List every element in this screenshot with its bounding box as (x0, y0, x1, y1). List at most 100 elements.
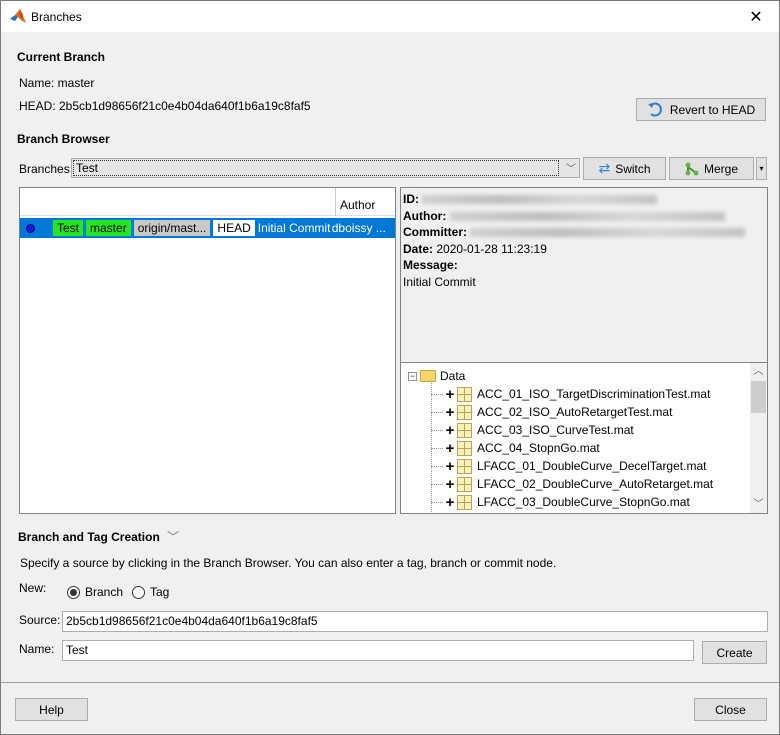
detail-id: ID: (403, 191, 765, 208)
expand-icon[interactable]: + (445, 404, 455, 421)
caret-down-icon: ▾ (759, 164, 764, 173)
detail-message: Message: (403, 257, 765, 274)
expand-icon[interactable]: + (445, 440, 455, 457)
expand-icon[interactable]: + (445, 494, 455, 511)
scroll-down-icon[interactable]: ﹀ (750, 496, 767, 513)
switch-label: Switch (615, 161, 651, 176)
close-window-icon[interactable]: ✕ (733, 1, 779, 32)
expand-icon[interactable]: + (445, 422, 455, 439)
radio-tag[interactable]: Tag (132, 585, 169, 599)
file-label: ACC_01_ISO_TargetDiscriminationTest.mat (477, 387, 711, 401)
file-label: ACC_04_StopnGo.mat (477, 441, 600, 455)
detail-author: Author: (403, 208, 765, 225)
radio-branch[interactable]: Branch (67, 585, 123, 599)
tree-folder-data[interactable]: − Data (408, 367, 465, 385)
merge-button[interactable]: Merge (669, 157, 754, 180)
file-label: ACC_03_ISO_CurveTest.mat (477, 423, 634, 437)
expand-icon[interactable]: + (445, 458, 455, 475)
file-tree[interactable]: − Data + ACC_01_ISO_TargetDiscriminationT… (400, 362, 768, 514)
branches-dialog: Branches ✕ Current Branch Name: master H… (0, 0, 780, 735)
file-label: ACC_02_ISO_AutoRetargetTest.mat (477, 405, 673, 419)
tree-scrollbar[interactable]: ︿ ﹀ (750, 363, 767, 513)
mat-file-icon (457, 386, 472, 402)
tree-file[interactable]: + LFACC_03_DoubleCurve_StopnGo.mat (431, 493, 690, 511)
redacted-id (422, 195, 658, 205)
help-button[interactable]: Help (15, 698, 88, 721)
current-branch-heading: Current Branch (17, 50, 106, 64)
revert-icon (647, 102, 662, 116)
title-bar: Branches ✕ (1, 1, 779, 32)
file-label: LFACC_03_DoubleCurve_StopnGo.mat (477, 495, 690, 509)
head-tag[interactable]: HEAD (213, 220, 255, 236)
chevron-down-icon[interactable]: ﹀ (167, 530, 179, 544)
tree-file[interactable]: + ACC_03_ISO_CurveTest.mat (431, 421, 634, 439)
branches-label: Branches: (19, 162, 74, 176)
branches-dropdown-value: Test (73, 160, 559, 176)
chevron-down-icon[interactable]: ﹀ (566, 160, 576, 175)
mat-file-icon (457, 422, 472, 438)
date-label: Date: (403, 241, 434, 256)
radio-branch-label: Branch (85, 585, 124, 599)
commit-node-icon (26, 223, 35, 233)
branches-dropdown[interactable]: Test ﹀ (71, 158, 580, 178)
expand-icon[interactable]: + (445, 386, 455, 403)
create-button[interactable]: Create (702, 641, 767, 664)
name-input[interactable]: Test (62, 640, 694, 661)
branch-tag[interactable]: master (86, 220, 131, 236)
column-header-author[interactable]: Author (335, 188, 375, 216)
tree-file[interactable]: + ACC_02_ISO_AutoRetargetTest.mat (431, 403, 672, 421)
mat-file-icon (457, 494, 472, 510)
radio-unselected-icon (132, 585, 145, 599)
detail-committer: Committer: (403, 224, 765, 241)
switch-button[interactable]: ⇄ Switch (583, 157, 666, 180)
folder-label: Data (440, 369, 466, 383)
tree-file[interactable]: + LFACC_02_DoubleCurve_AutoRetarget.mat (431, 475, 713, 493)
commit-row[interactable]: Test master origin/mast... HEAD Initial … (20, 218, 395, 238)
scroll-thumb[interactable] (751, 381, 766, 413)
commit-author: dboissy ... (331, 221, 386, 235)
tree-file[interactable]: + LFACC_01_DoubleCurve_DecelTarget.mat (431, 457, 706, 475)
mat-file-icon (457, 440, 472, 456)
revert-to-head-button[interactable]: Revert to HEAD (636, 98, 766, 121)
mat-file-icon (457, 458, 472, 474)
remote-branch-tag[interactable]: origin/mast... (133, 220, 211, 236)
folder-icon (420, 370, 436, 382)
id-label: ID: (403, 192, 419, 206)
radio-tag-label: Tag (150, 585, 170, 599)
redacted-committer (470, 228, 746, 238)
new-label: New: (19, 581, 47, 595)
message-value: Initial Commit (403, 274, 476, 289)
commit-message: Initial Commit (257, 221, 331, 235)
merge-options-dropdown[interactable]: ▾ (756, 157, 767, 180)
expand-icon[interactable]: + (445, 476, 455, 493)
source-label: Source: (19, 613, 61, 627)
branch-browser-heading: Branch Browser (17, 132, 110, 146)
footer-divider (1, 682, 779, 683)
current-head-hash: HEAD: 2b5cb1d98656f21c0e4b04da640f1b6a19… (19, 99, 311, 113)
scroll-up-icon[interactable]: ︿ (750, 363, 767, 380)
collapse-icon[interactable]: − (408, 371, 417, 381)
name-label: Name: (19, 642, 55, 656)
redacted-author (449, 211, 725, 221)
mat-file-icon (457, 404, 472, 420)
creation-heading[interactable]: Branch and Tag Creation ﹀ (18, 528, 179, 545)
commit-graph-table[interactable]: Author Test master origin/mast... HEAD I… (19, 187, 396, 514)
tree-file[interactable]: + ACC_04_StopnGo.mat (431, 439, 600, 457)
detail-date: Date: 2020-01-28 11:23:19 (403, 241, 765, 258)
creation-instructions: Specify a source by clicking in the Bran… (20, 556, 557, 570)
author-label: Author: (403, 208, 447, 223)
merge-label: Merge (703, 161, 738, 176)
committer-label: Committer: (403, 225, 468, 239)
switch-arrows-icon: ⇄ (598, 160, 611, 176)
commit-details-panel: ID: Author: Committer: Date: 2020-01-28 … (400, 187, 768, 362)
close-button[interactable]: Close (694, 698, 767, 721)
mat-file-icon (457, 476, 472, 492)
date-value: 2020-01-28 11:23:19 (436, 241, 547, 256)
tree-file[interactable]: + ACC_01_ISO_TargetDiscriminationTest.mat (431, 385, 710, 403)
source-input[interactable]: 2b5cb1d98656f21c0e4b04da640f1b6a19c8faf5 (62, 611, 768, 632)
window-title: Branches (31, 10, 82, 24)
revert-to-head-label: Revert to HEAD (669, 102, 756, 117)
radio-selected-icon (67, 585, 80, 599)
branch-tag[interactable]: Test (53, 220, 84, 236)
creation-heading-label: Branch and Tag Creation (18, 530, 160, 544)
